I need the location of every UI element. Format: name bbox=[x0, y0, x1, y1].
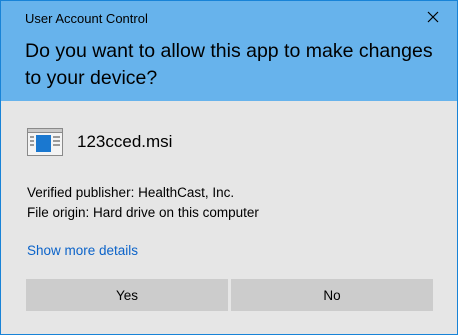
installer-icon bbox=[27, 128, 63, 156]
no-button[interactable]: No bbox=[231, 279, 433, 311]
yes-button[interactable]: Yes bbox=[26, 279, 228, 311]
close-button[interactable] bbox=[421, 5, 445, 29]
app-info: 123cced.msi bbox=[27, 126, 172, 158]
app-details: Verified publisher: HealthCast, Inc. Fil… bbox=[27, 183, 259, 223]
show-more-details-link[interactable]: Show more details bbox=[27, 242, 138, 260]
verified-publisher: Verified publisher: HealthCast, Inc. bbox=[27, 185, 235, 200]
file-origin: File origin: Hard drive on this computer bbox=[27, 205, 259, 220]
app-name: 123cced.msi bbox=[77, 132, 173, 151]
close-icon bbox=[427, 11, 439, 23]
dialog-header: User Account Control Do you want to allo… bbox=[1, 1, 457, 101]
consent-question: Do you want to allow this app to make ch… bbox=[25, 40, 433, 89]
window-title: User Account Control bbox=[25, 11, 148, 26]
uac-dialog: User Account Control Do you want to allo… bbox=[0, 0, 458, 335]
